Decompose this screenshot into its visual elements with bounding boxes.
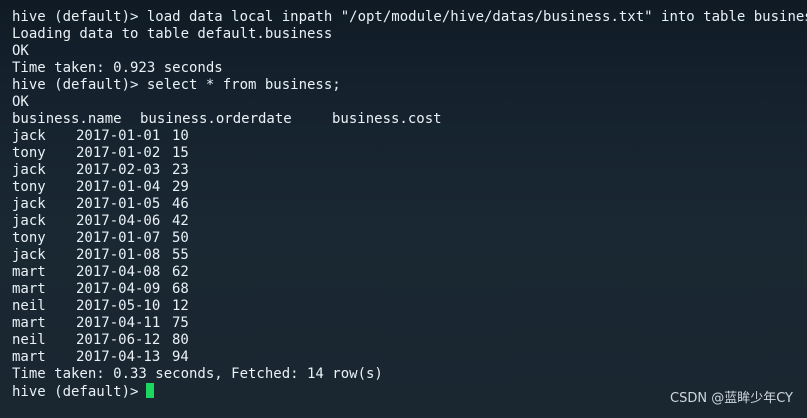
cell-orderdate: 2017-04-11: [76, 315, 161, 331]
table-row: jack 2017-04-06 42: [12, 213, 807, 230]
output-loading-line: Loading data to table default.business: [12, 26, 333, 42]
table-row: mart 2017-04-13 94: [12, 349, 807, 366]
cell-name: tony: [12, 179, 46, 195]
cell-cost: 55: [172, 247, 189, 263]
cell-cost: 68: [172, 281, 189, 297]
cell-name: mart: [12, 281, 46, 297]
output-ok-line: OK: [12, 43, 29, 59]
terminal-window[interactable]: hive (default)> load data local inpath "…: [0, 0, 807, 418]
cell-orderdate: 2017-01-05: [76, 196, 161, 212]
cell-orderdate: 2017-01-07: [76, 230, 161, 246]
result-table-body: jack 2017-01-01 10 tony 2017-01-02 15 jack 2017…: [12, 128, 807, 366]
cell-name: tony: [12, 230, 46, 246]
cell-name: mart: [12, 349, 46, 365]
command-line-load: hive (default)> load data local inpath "…: [12, 9, 807, 25]
cell-orderdate: 2017-04-13: [76, 349, 161, 365]
cell-cost: 23: [172, 162, 189, 178]
cell-name: neil: [12, 332, 46, 348]
cell-name: jack: [12, 196, 46, 212]
header-orderdate: business.orderdate: [140, 111, 292, 127]
cell-name: jack: [12, 213, 46, 229]
cell-orderdate: 2017-04-09: [76, 281, 161, 297]
table-row: tony 2017-01-07 50: [12, 230, 807, 247]
cell-orderdate: 2017-01-02: [76, 145, 161, 161]
cell-cost: 42: [172, 213, 189, 229]
command-line-select: hive (default)> select * from business;: [12, 77, 341, 93]
cell-name: neil: [12, 298, 46, 314]
cell-name: mart: [12, 315, 46, 331]
output-ok-line-2: OK: [12, 94, 29, 110]
table-row: mart 2017-04-09 68: [12, 281, 807, 298]
cell-name: jack: [12, 162, 46, 178]
table-row: mart 2017-04-11 75: [12, 315, 807, 332]
cell-orderdate: 2017-02-03: [76, 162, 161, 178]
cell-name: mart: [12, 264, 46, 280]
cell-orderdate: 2017-04-08: [76, 264, 161, 280]
watermark: CSDN @蓝眸少年CY: [670, 391, 793, 406]
table-row: jack 2017-01-08 55: [12, 247, 807, 264]
cell-cost: 62: [172, 264, 189, 280]
cursor: [146, 383, 155, 398]
cell-orderdate: 2017-05-10: [76, 298, 161, 314]
cell-name: tony: [12, 145, 46, 161]
prompt-text: hive (default)>: [12, 384, 139, 400]
table-row: neil 2017-06-12 80: [12, 332, 807, 349]
cell-cost: 75: [172, 315, 189, 331]
cell-orderdate: 2017-04-06: [76, 213, 161, 229]
cell-name: jack: [12, 247, 46, 263]
cell-orderdate: 2017-01-04: [76, 179, 161, 195]
table-row: jack 2017-02-03 23: [12, 162, 807, 179]
cell-cost: 29: [172, 179, 189, 195]
cell-cost: 10: [172, 128, 189, 144]
header-name: business.name: [12, 111, 122, 127]
cell-orderdate: 2017-01-01: [76, 128, 161, 144]
table-row: neil 2017-05-10 12: [12, 298, 807, 315]
cell-cost: 50: [172, 230, 189, 246]
cell-orderdate: 2017-06-12: [76, 332, 161, 348]
result-table-header: business.name business.orderdate busines…: [12, 111, 807, 128]
cell-cost: 15: [172, 145, 189, 161]
output-summary-line: Time taken: 0.33 seconds, Fetched: 14 ro…: [12, 366, 383, 382]
cell-cost: 12: [172, 298, 189, 314]
table-row: jack 2017-01-05 46: [12, 196, 807, 213]
output-time-taken-line: Time taken: 0.923 seconds: [12, 60, 223, 76]
table-row: jack 2017-01-01 10: [12, 128, 807, 145]
table-row: tony 2017-01-02 15: [12, 145, 807, 162]
header-cost: business.cost: [332, 111, 442, 127]
table-row: mart 2017-04-08 62: [12, 264, 807, 281]
cell-cost: 80: [172, 332, 189, 348]
cell-cost: 94: [172, 349, 189, 365]
cell-orderdate: 2017-01-08: [76, 247, 161, 263]
table-row: tony 2017-01-04 29: [12, 179, 807, 196]
cell-name: jack: [12, 128, 46, 144]
cell-cost: 46: [172, 196, 189, 212]
